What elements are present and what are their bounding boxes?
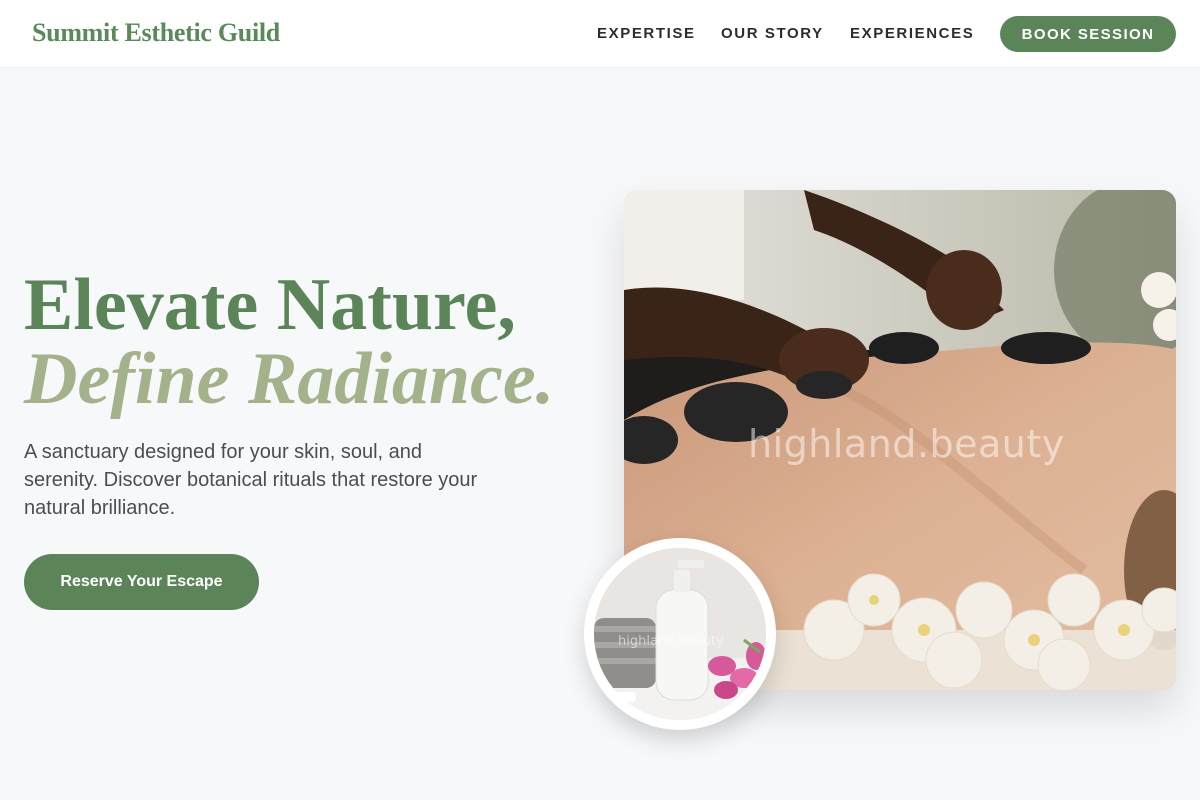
- hero-headline-line2: Define Radiance.: [24, 338, 555, 420]
- nav-link-expertise[interactable]: EXPERTISE: [597, 25, 696, 42]
- nav-link-experiences[interactable]: EXPERIENCES: [850, 25, 974, 42]
- book-session-button[interactable]: BOOK SESSION: [1000, 16, 1176, 52]
- nav-link-our-story[interactable]: OUR STORY: [721, 25, 824, 42]
- product-inset-photo: highland.beauty: [584, 538, 776, 730]
- reserve-escape-button[interactable]: Reserve Your Escape: [24, 554, 259, 610]
- hero-headline-line1: Elevate Nature,: [24, 264, 516, 346]
- inset-image-watermark: highland.beauty: [618, 634, 724, 649]
- site-header: Summit Esthetic Guild EXPERTISE OUR STOR…: [0, 0, 1200, 68]
- hero-description: A sanctuary designed for your skin, soul…: [24, 441, 478, 519]
- brand-logo[interactable]: Summit Esthetic Guild: [32, 18, 280, 48]
